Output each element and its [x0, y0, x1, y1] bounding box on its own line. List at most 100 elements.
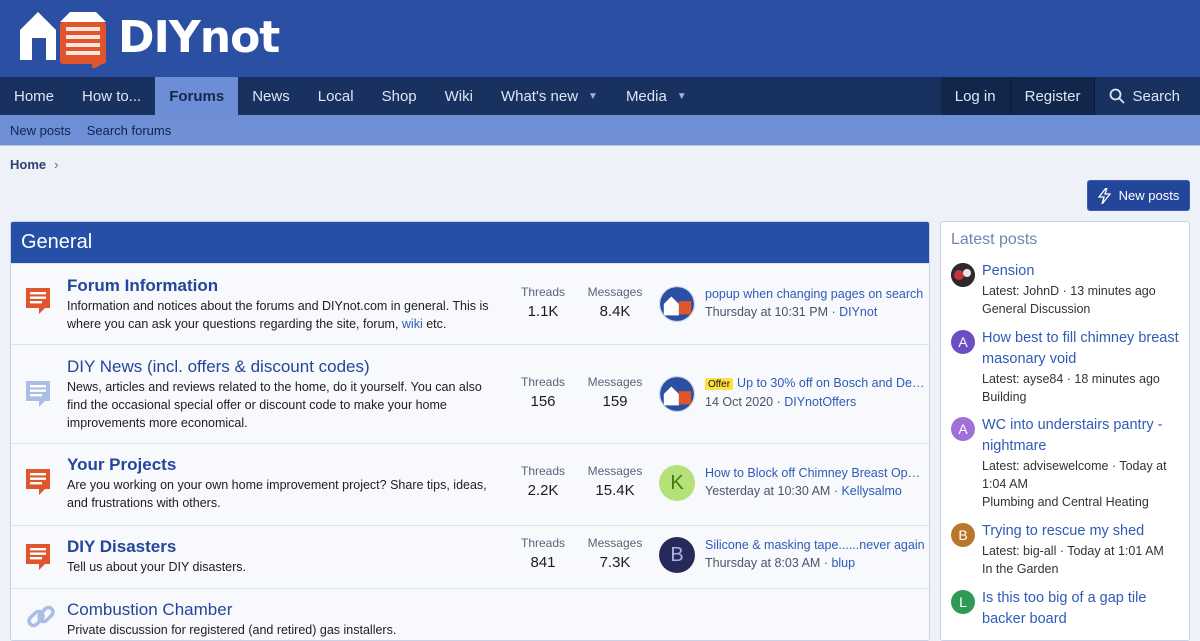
- subnav-search-forums[interactable]: Search forums: [87, 123, 172, 138]
- house-logo-icon: [18, 8, 110, 70]
- avatar-letter: K: [670, 471, 684, 494]
- avatar[interactable]: B: [951, 523, 975, 547]
- threads-count: 841: [530, 554, 556, 571]
- last-post-meta: Yesterday at 10:30 AM · Kellysalmo: [705, 484, 902, 498]
- nav-local[interactable]: Local: [304, 77, 368, 115]
- nav-how-to[interactable]: How to...: [68, 77, 155, 115]
- new-posts-button[interactable]: New posts: [1087, 180, 1190, 211]
- search-label: Search: [1132, 87, 1180, 105]
- messages-label: Messages: [587, 375, 643, 389]
- last-post-date[interactable]: Thursday at 10:31 PM: [705, 305, 828, 319]
- offer-badge: Offer: [705, 378, 734, 390]
- avatar[interactable]: A: [951, 330, 975, 354]
- forum-title[interactable]: DIY Disasters: [67, 537, 176, 557]
- forum-title[interactable]: Combustion Chamber: [67, 600, 232, 620]
- latest-post-forum[interactable]: In the Garden: [982, 560, 1186, 578]
- last-post-user[interactable]: blup: [831, 556, 855, 570]
- latest-post-item: Pension Latest: JohnD · 13 minutes ago G…: [951, 261, 1186, 318]
- latest-post-title[interactable]: WC into understairs pantry - nightmare: [982, 415, 1186, 457]
- nav-whats-new[interactable]: What's new ▼: [487, 77, 612, 115]
- avatar[interactable]: [659, 286, 695, 322]
- search-button[interactable]: Search: [1095, 77, 1200, 115]
- nav-media[interactable]: Media ▼: [612, 77, 701, 115]
- avatar[interactable]: K: [659, 465, 695, 501]
- lightning-icon: [1097, 187, 1111, 204]
- last-post-title[interactable]: popup when changing pages on search: [705, 287, 925, 301]
- latest-post-meta: Latest: advisewelcome · Today at 1:04 AM: [982, 459, 1167, 491]
- last-post-date[interactable]: 14 Oct 2020: [705, 395, 773, 409]
- messages-label: Messages: [587, 464, 643, 478]
- breadcrumb-home[interactable]: Home: [10, 157, 46, 172]
- forum-icon: [26, 469, 50, 495]
- latest-post-title[interactable]: Trying to rescue my shed: [982, 521, 1186, 542]
- messages-count: 7.3K: [599, 554, 631, 571]
- forum-node: Forum Information Information and notice…: [11, 263, 929, 344]
- forum-node: DIY News (incl. offers & discount codes)…: [11, 344, 929, 443]
- latest-post-title[interactable]: How best to fill chimney breast masonary…: [982, 328, 1186, 370]
- last-post-user[interactable]: DIYnot: [839, 305, 877, 319]
- sub-nav: New posts Search forums: [0, 115, 1200, 146]
- threads-label: Threads: [520, 464, 566, 478]
- chevron-down-icon[interactable]: ▼: [677, 91, 687, 102]
- chevron-right-icon: ›: [54, 157, 59, 172]
- latest-post-forum[interactable]: Building: [982, 388, 1186, 406]
- forum-title[interactable]: DIY News (incl. offers & discount codes): [67, 357, 370, 377]
- last-post-date[interactable]: Thursday at 8:03 AM: [705, 556, 820, 570]
- logo-wordmark: DIYnot: [118, 12, 280, 63]
- forum-node: Your Projects Are you working on your ow…: [11, 443, 929, 525]
- last-post-title[interactable]: Offer Up to 30% off on Bosch and DeWalt: [705, 376, 925, 390]
- threads-stat: Threads 841: [508, 536, 578, 571]
- messages-label: Messages: [587, 285, 643, 299]
- threads-label: Threads: [520, 536, 566, 550]
- nav-media-label: Media: [625, 87, 667, 105]
- last-post-title[interactable]: How to Block off Chimney Breast Opening: [705, 466, 925, 480]
- subnav-new-posts[interactable]: New posts: [10, 123, 71, 138]
- latest-post-forum[interactable]: Plumbing and Central Heating: [982, 493, 1186, 511]
- latest-posts-widget: Latest posts Pension Latest: JohnD · 13 …: [940, 221, 1190, 641]
- latest-post-meta: Latest: ayse84 · 18 minutes ago: [982, 372, 1160, 386]
- latest-post-item: B Trying to rescue my shed Latest: big-a…: [951, 521, 1186, 578]
- nav-whats-new-label: What's new: [500, 87, 579, 105]
- avatar[interactable]: B: [659, 537, 695, 573]
- avatar[interactable]: A: [951, 417, 975, 441]
- login-link[interactable]: Log in: [940, 77, 1010, 115]
- latest-post-item: A How best to fill chimney breast masona…: [951, 328, 1186, 406]
- category-title[interactable]: General: [11, 222, 929, 263]
- messages-stat: Messages 8.4K: [580, 285, 650, 320]
- avatar[interactable]: L: [951, 590, 975, 614]
- forum-description: Information and notices about the forums…: [67, 297, 499, 333]
- site-header: DIYnot: [0, 0, 1200, 77]
- forum-icon: [26, 381, 50, 407]
- latest-post-item: L Is this too big of a gap tile backer b…: [951, 588, 1186, 630]
- latest-post-forum[interactable]: General Discussion: [982, 300, 1186, 318]
- search-icon: [1110, 88, 1126, 104]
- nav-home[interactable]: Home: [0, 77, 68, 115]
- site-logo[interactable]: DIYnot: [18, 8, 280, 70]
- threads-label: Threads: [520, 375, 566, 389]
- latest-post-title[interactable]: Pension: [982, 261, 1186, 282]
- avatar[interactable]: [659, 376, 695, 412]
- forum-description: News, articles and reviews related to th…: [67, 380, 482, 430]
- widget-title[interactable]: Latest posts: [941, 222, 1189, 258]
- messages-stat: Messages 159: [580, 375, 650, 410]
- last-post-date[interactable]: Yesterday at 10:30 AM: [705, 484, 830, 498]
- forum-title[interactable]: Your Projects: [67, 455, 176, 475]
- threads-count: 156: [530, 393, 556, 410]
- wiki-link[interactable]: wiki: [402, 317, 423, 331]
- nav-shop[interactable]: Shop: [368, 77, 431, 115]
- last-post-user[interactable]: DIYnotOffers: [784, 395, 856, 409]
- last-post-title[interactable]: Silicone & masking tape......never again: [705, 538, 925, 552]
- register-link[interactable]: Register: [1010, 77, 1095, 115]
- avatar[interactable]: [951, 263, 975, 287]
- messages-count: 159: [602, 393, 628, 410]
- last-post-user[interactable]: Kellysalmo: [841, 484, 901, 498]
- chevron-down-icon[interactable]: ▼: [588, 91, 598, 102]
- breadcrumb: Home ›: [10, 157, 58, 172]
- nav-news[interactable]: News: [238, 77, 304, 115]
- nav-wiki[interactable]: Wiki: [431, 77, 487, 115]
- nav-account: Log in Register Search: [940, 77, 1200, 115]
- forum-title[interactable]: Forum Information: [67, 276, 218, 296]
- nav-forums[interactable]: Forums: [155, 77, 239, 115]
- last-post-meta: Thursday at 10:31 PM · DIYnot: [705, 305, 878, 319]
- latest-post-title[interactable]: Is this too big of a gap tile backer boa…: [982, 588, 1186, 630]
